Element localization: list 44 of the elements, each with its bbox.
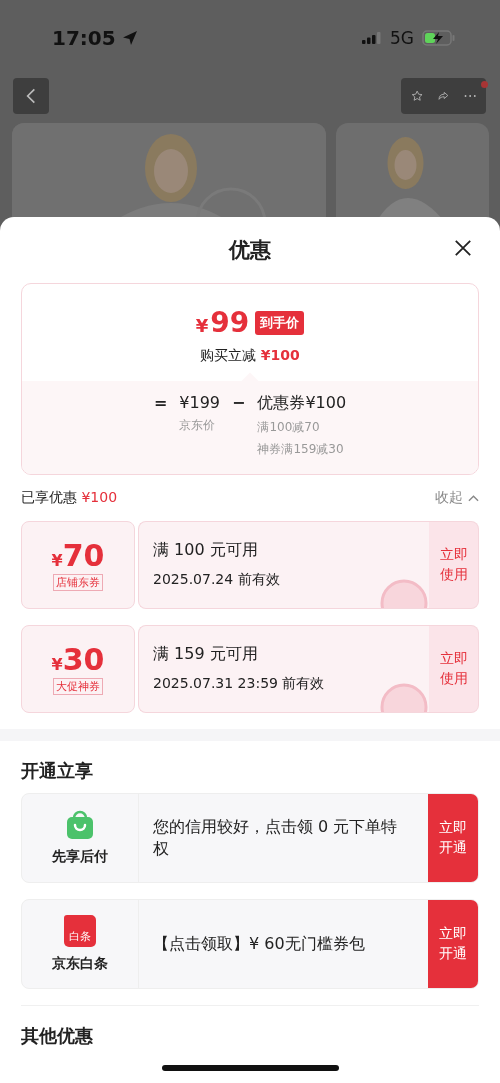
use-coupon-button[interactable]: 立即使用 — [429, 625, 479, 713]
base-price: ¥199 — [179, 393, 220, 412]
activate-button[interactable]: 立即开通 — [428, 900, 478, 988]
coupon-amount: ¥70 — [51, 539, 105, 572]
notification-dot — [481, 81, 488, 88]
coupon-amount: ¥30 — [51, 643, 105, 676]
location-arrow-icon — [121, 30, 138, 46]
coupon-detail: 神券满159减30 — [257, 441, 345, 458]
back-button[interactable] — [13, 78, 49, 114]
service-name: 先享后付 — [52, 848, 108, 866]
section-title: 其他优惠 — [20, 1024, 94, 1048]
collapse-toggle[interactable]: 收起 — [435, 489, 479, 507]
activate-button[interactable]: 立即开通 — [428, 794, 478, 882]
base-price-label: 京东价 — [179, 417, 217, 434]
use-coupon-button[interactable]: 立即使用 — [429, 521, 479, 609]
caret-icon[interactable] — [468, 494, 479, 502]
coupon-tag: 店铺东券 — [53, 574, 103, 591]
shopping-bag-icon — [65, 810, 95, 840]
coupon-condition: 满 100 元可用 — [153, 540, 259, 561]
coupon-detail: 满100减70 — [257, 419, 321, 436]
status-time: 17:05 — [52, 26, 116, 50]
more-icon[interactable] — [463, 93, 476, 99]
minus-sign: − — [232, 393, 246, 412]
savings-summary: 已享优惠 ¥100 — [21, 489, 118, 507]
service-offer-text: 【点击领取】¥ 60无门槛券包 — [152, 932, 366, 955]
credit-card-icon: 白条 — [64, 915, 96, 947]
coupon-tag: 大促神券 — [53, 678, 103, 695]
service-offer-text: 您的信用较好，点击领 0 元下单特权 — [152, 815, 399, 860]
back-icon[interactable] — [26, 87, 36, 105]
close-icon[interactable] — [454, 239, 472, 257]
final-price: ¥99 — [195, 306, 250, 339]
coupon-validity: 2025.07.24 前有效 — [153, 571, 281, 589]
equals-sign: = — [153, 393, 168, 412]
coupon-validity: 2025.07.31 23:59 前有效 — [153, 675, 326, 693]
sheet-title: 优惠 — [229, 237, 271, 264]
reduction-text: 购买立减 ¥100 — [200, 347, 300, 365]
section-title: 开通立享 — [20, 759, 94, 783]
network-label: 5G — [390, 28, 414, 48]
coupon-condition: 满 159 元可用 — [153, 644, 259, 665]
battery-charging-icon — [422, 30, 456, 46]
signal-icon — [362, 32, 382, 44]
coupon-total: 优惠券¥100 — [257, 393, 347, 414]
final-price-badge: 到手价 — [255, 310, 305, 335]
service-name: 京东白条 — [52, 955, 108, 973]
